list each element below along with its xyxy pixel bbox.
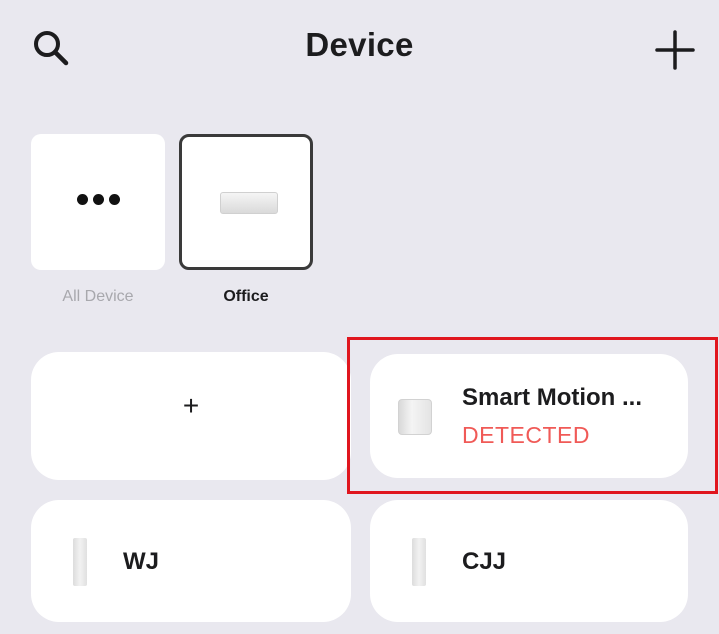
add-device-header-button[interactable]	[653, 28, 697, 72]
room-tile-all-device[interactable]	[31, 134, 165, 270]
room-tile-office[interactable]	[179, 134, 313, 270]
page-title: Device	[305, 26, 414, 63]
device-name: CJJ	[462, 548, 507, 575]
switch-icon	[412, 538, 426, 586]
device-name: WJ	[123, 548, 159, 575]
office-device-image	[220, 192, 278, 214]
header-bar: Device	[0, 0, 719, 100]
room-label-office: Office	[223, 288, 269, 305]
more-dots-icon	[31, 192, 165, 210]
room-label-all-device: All Device	[62, 288, 134, 305]
highlight-box	[347, 337, 718, 494]
switch-icon	[73, 538, 87, 586]
add-device-card[interactable]: +	[31, 352, 351, 480]
plus-icon	[655, 30, 695, 70]
device-card-wj[interactable]: WJ	[31, 500, 351, 622]
device-card-cjj[interactable]: CJJ	[370, 500, 688, 622]
add-card-plus-icon: +	[182, 390, 200, 421]
